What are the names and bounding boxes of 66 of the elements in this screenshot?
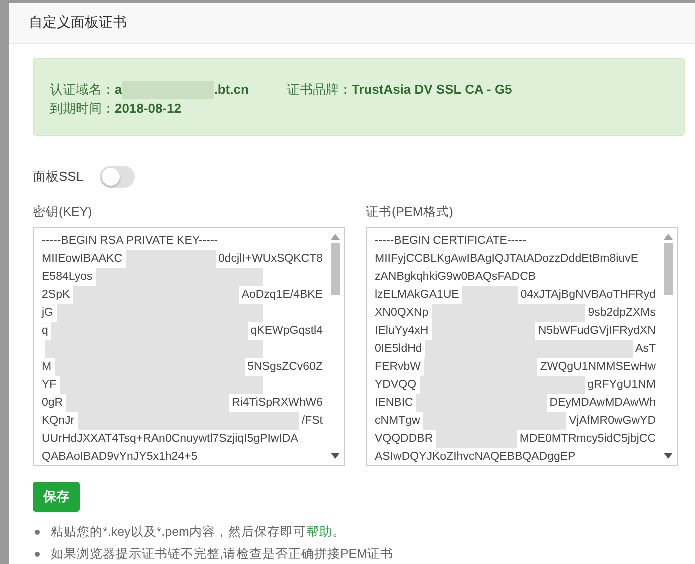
expiry-value: 2018-08-12 [115, 101, 182, 117]
text-line: MIIFyjCCBLKgAwIBAgIQJTAtADozzDddEtBm8iuvE [375, 252, 639, 267]
text-line: KQnJr [42, 414, 75, 429]
text-line: 2SpK [42, 288, 70, 303]
text-line: VjAfMR0wGwYD [569, 414, 656, 429]
text-line: ZWQgU1NMMSEwHw [540, 360, 656, 375]
text-line: MDE0MTRmcy5idC5jbjCC [520, 432, 656, 447]
text-line: VQQDDBR [375, 432, 434, 447]
text-line: QABAoIBAD9vYnJY5x1h24+5 [42, 450, 198, 465]
text-area[interactable] [33, 227, 345, 466]
field-label: 密钥(KEY) [33, 204, 94, 221]
brand-label: 证书品牌： [286, 82, 352, 98]
domain-value: .bt.cn [214, 82, 249, 98]
text-line: jG [42, 306, 54, 321]
text-line: -----BEGIN CERTIFICATE----- [375, 234, 527, 249]
scroll-up-icon[interactable] [664, 234, 673, 240]
text-line: 9sb2dpZXMs [588, 306, 656, 321]
scroll-up-icon[interactable] [331, 234, 340, 240]
text-line: IENBIC [375, 396, 414, 411]
text-line: UUrHdJXXAT4Tsq+RAn0Cnuywtl7SzjiqI5gPIwIDA [42, 432, 298, 447]
text-line: zANBgkqhkiG9w0BAQsFADCB [375, 270, 536, 285]
domain-value: a [115, 82, 122, 98]
tip-text: 如果浏览器提示证书链不完整,请检查是否正确拼接PEM证书 [51, 546, 394, 562]
text-line: 0gR [42, 396, 64, 411]
text-line: 04xJTAjBgNVBAoTHFRyd [520, 288, 656, 303]
text-line: -----BEGIN RSA PRIVATE KEY----- [42, 234, 218, 249]
text-line: YF [42, 378, 57, 393]
text-line: qKEWpGqstl4 [250, 324, 323, 339]
text-line: 0dcjlI+WUxSQKCT8 [218, 252, 323, 267]
text-line: AsT [636, 342, 656, 357]
text-line: 5NSgsZCv60Z [248, 360, 323, 375]
scrollbar-thumb[interactable] [331, 243, 340, 295]
text-line: M [42, 360, 52, 375]
text-line: XN0QXNp [375, 306, 429, 321]
text-line: YDVQQ [375, 378, 417, 393]
dialog-title: 自定义面板证书 [29, 14, 127, 32]
expiry-label: 到期时间： [50, 101, 115, 117]
bullet-icon [35, 552, 40, 556]
text-line: /FSt [302, 414, 323, 429]
save-button[interactable]: 保存 [33, 482, 80, 512]
text-line: E584Lyos [42, 270, 93, 285]
text-line: AoDzq1E/4BKE [242, 288, 323, 303]
text-line: cNMTgw [375, 414, 420, 429]
text-line: gRFYgU1NM [588, 378, 656, 393]
scroll-down-icon[interactable] [331, 453, 340, 459]
toggle-switch[interactable] [100, 166, 135, 188]
text-line: N5bWFudGVjIFRydXN [538, 324, 656, 339]
text-line: FERvbW [375, 360, 421, 375]
text-area[interactable] [366, 227, 678, 466]
text-line: IEluYy4xH [375, 324, 429, 339]
bullet-icon [35, 530, 40, 534]
panel-ssl-label: 面板SSL [33, 168, 84, 186]
domain-label: 认证域名： [50, 82, 115, 98]
tip-text: 粘贴您的*.key以及*.pem内容，然后保存即可帮助。 [51, 524, 346, 540]
brand-value: TrustAsia DV SSL CA - G5 [352, 82, 512, 98]
text-line: MIIEowIBAAKC [42, 252, 123, 267]
scrollbar-thumb[interactable] [664, 243, 673, 295]
text-line: 0IE5ldHd [375, 342, 422, 357]
text-line: DEyMDAwMDAwWh [550, 396, 656, 411]
scroll-down-icon[interactable] [664, 453, 673, 459]
help-link[interactable]: 帮助 [306, 525, 332, 539]
field-label: 证书(PEM格式) [366, 204, 454, 221]
text-line: Ri4TiSpRXWhW6 [232, 396, 323, 411]
text-line: lzELMAkGA1UE [375, 288, 460, 303]
text-line: q [42, 324, 48, 339]
text-line: ASIwDQYJKoZIhvcNAQEBBQADggEP [375, 450, 576, 465]
